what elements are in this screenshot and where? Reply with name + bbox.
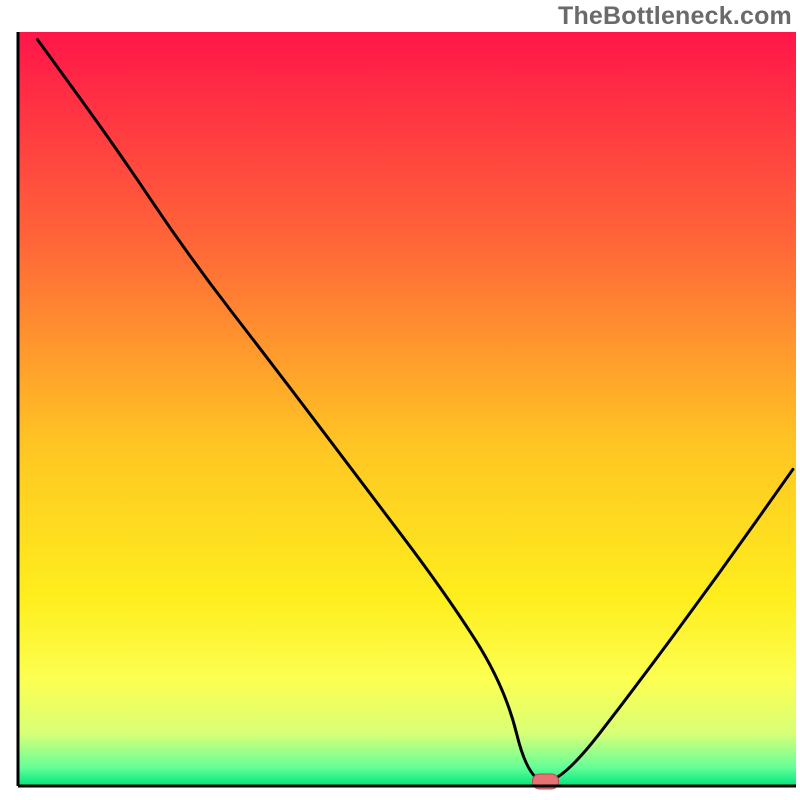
plot-background [18, 32, 796, 786]
watermark-text: TheBottleneck.com [558, 2, 792, 31]
bottleneck-chart: TheBottleneck.com [0, 0, 800, 800]
chart-svg [0, 0, 800, 800]
